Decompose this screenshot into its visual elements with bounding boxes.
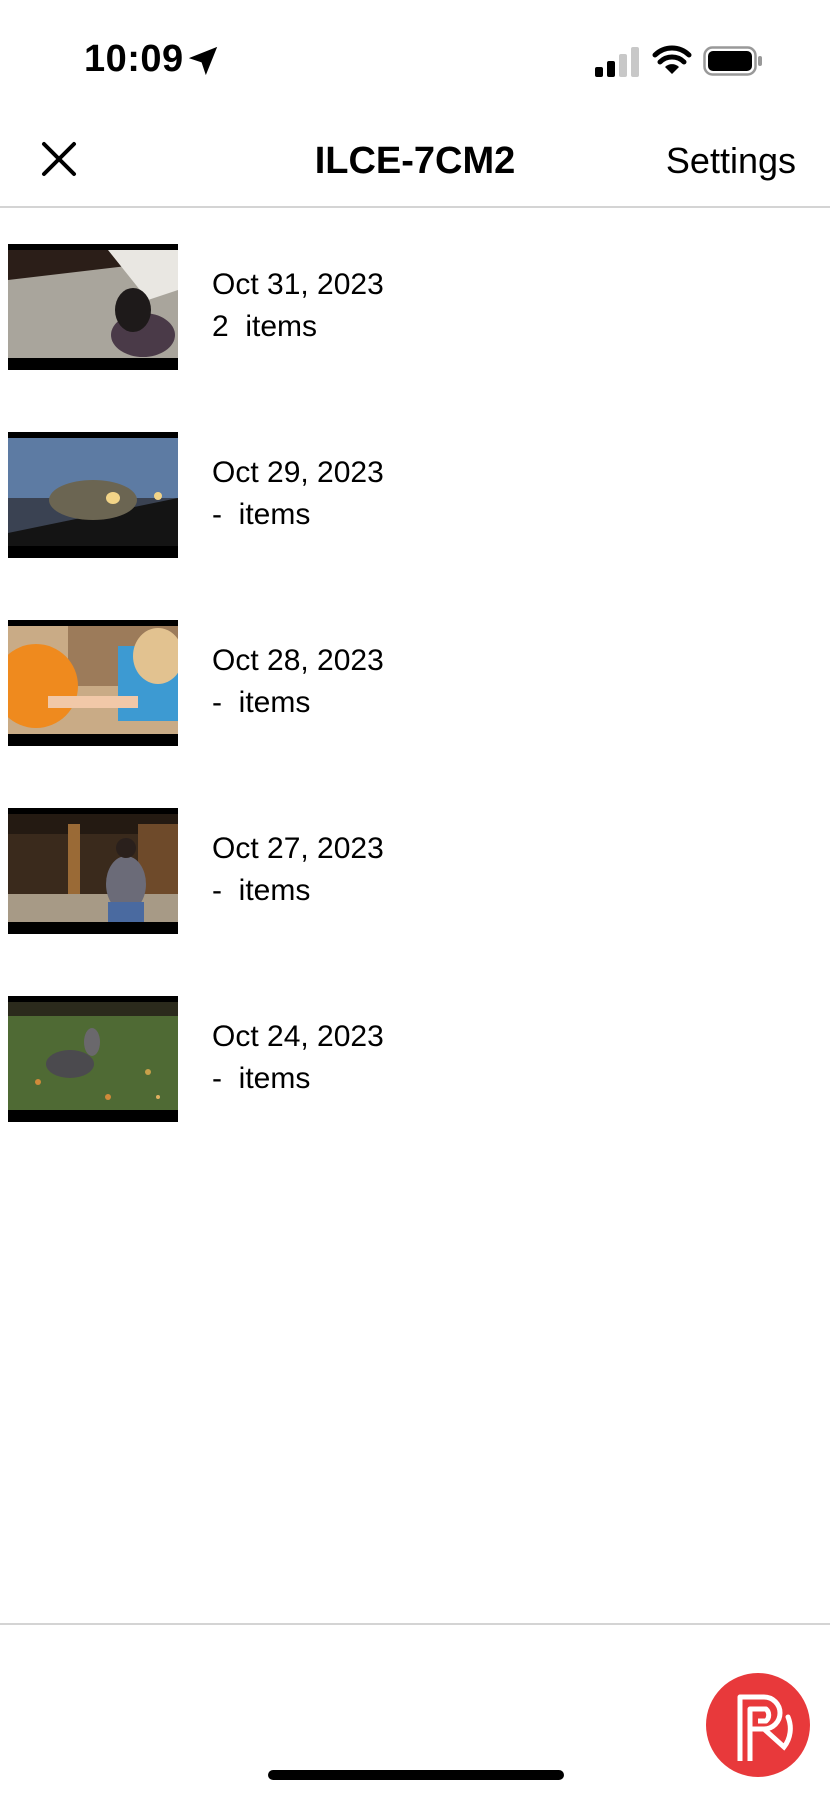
home-indicator [268, 1770, 564, 1780]
list-item[interactable]: Oct 24, 2023 - items [0, 958, 830, 1122]
list-item[interactable]: Oct 31, 2023 2 items [0, 206, 830, 370]
wifi-icon [652, 45, 692, 74]
item-count: - items [212, 874, 311, 907]
item-count: - items [212, 498, 311, 531]
item-count: 2 items [212, 310, 318, 343]
thumbnail-image [8, 996, 178, 1122]
signal-icon [595, 47, 639, 77]
status-time: 10:09 [84, 38, 184, 80]
thumbnail-image [8, 432, 178, 558]
item-date: Oct 24, 2023 [212, 1020, 384, 1053]
status-bar: 10:09 [0, 0, 830, 110]
item-date: Oct 28, 2023 [212, 644, 384, 677]
thumbnail-image [8, 808, 178, 934]
item-date: Oct 29, 2023 [212, 456, 384, 489]
item-date: Oct 27, 2023 [212, 832, 384, 865]
app-logo-icon[interactable] [706, 1673, 810, 1777]
settings-button[interactable]: Settings [666, 140, 796, 182]
location-arrow-icon [188, 46, 218, 76]
list-item[interactable]: Oct 28, 2023 - items [0, 582, 830, 746]
item-date: Oct 31, 2023 [212, 268, 384, 301]
nav-bar: ILCE-7CM2 Settings [0, 110, 830, 208]
list-item[interactable]: Oct 27, 2023 - items [0, 770, 830, 934]
thumbnail-image [8, 620, 178, 746]
bottom-divider [0, 1623, 830, 1625]
item-count: - items [212, 686, 311, 719]
list-item[interactable]: Oct 29, 2023 - items [0, 394, 830, 558]
battery-icon [703, 46, 762, 76]
item-count: - items [212, 1062, 311, 1095]
thumbnail-image [8, 244, 178, 370]
